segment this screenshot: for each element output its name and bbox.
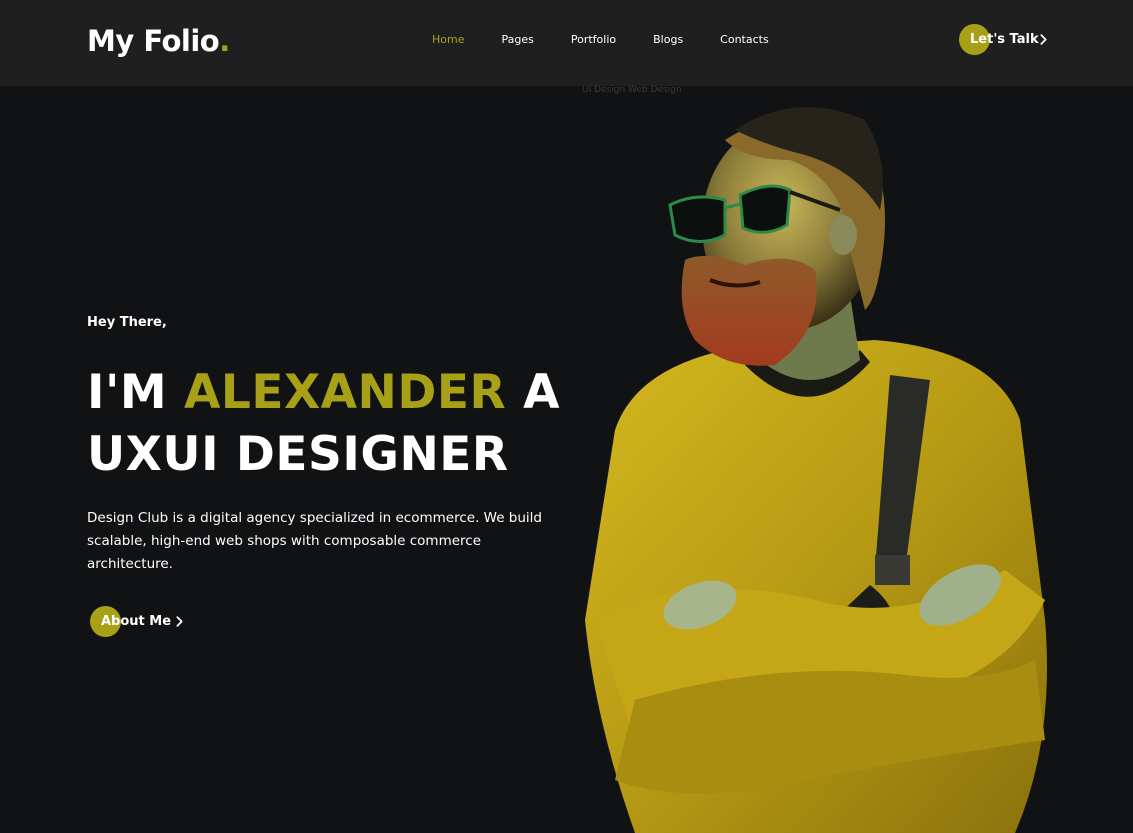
lets-talk-label: Let's Talk	[970, 32, 1039, 47]
nav-contacts[interactable]: Contacts	[720, 33, 769, 46]
hero-description: Design Club is a digital agency speciali…	[87, 510, 543, 572]
nav-pages[interactable]: Pages	[501, 33, 533, 46]
nav-portfolio[interactable]: Portfolio	[571, 33, 616, 46]
chevron-right-icon	[176, 616, 183, 627]
category-tag: UI Design Web Design	[582, 85, 682, 95]
logo-text: My Folio	[87, 24, 220, 58]
logo-dot: .	[219, 24, 230, 58]
nav-blogs[interactable]: Blogs	[653, 33, 683, 46]
headline-suffix: A	[506, 365, 560, 420]
hero-headline: I'M ALEXANDER A UXUI DESIGNER	[87, 362, 560, 486]
main-nav: Home Pages Portfolio Blogs Contacts	[432, 33, 769, 46]
about-me-label: About Me	[101, 614, 172, 629]
headline-prefix: I'M	[87, 365, 185, 420]
nav-home[interactable]: Home	[432, 33, 464, 46]
site-header: My Folio. Home Pages Portfolio Blogs Con…	[0, 0, 1133, 86]
hero-greeting: Hey There,	[87, 315, 167, 330]
headline-name: ALEXANDER	[184, 365, 507, 420]
headline-role: UXUI DESIGNER	[87, 427, 509, 482]
logo[interactable]: My Folio.	[87, 24, 230, 58]
chevron-right-icon	[1040, 34, 1047, 45]
hero-portrait-image	[585, 107, 1047, 833]
